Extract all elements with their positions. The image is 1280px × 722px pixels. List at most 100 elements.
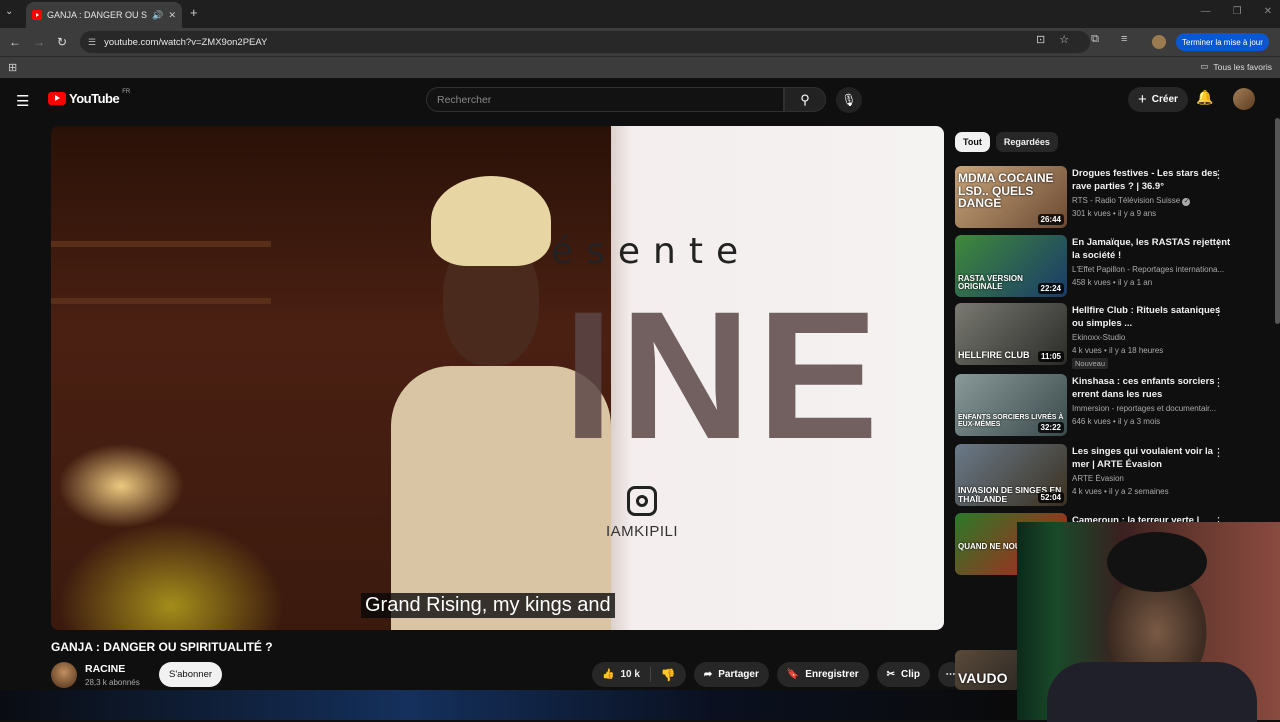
close-window-icon[interactable]: ✕ [1264, 6, 1272, 17]
recommendation-title[interactable]: Les singes qui voulaient voir la mer | A… [1072, 445, 1232, 471]
like-count: 10 k [620, 669, 640, 680]
search-icon: ⚲ [800, 91, 810, 107]
save-button[interactable]: 🔖 Enregistrer [776, 662, 869, 687]
channel-name: RTS - Radio Télévision Suisse [1072, 196, 1181, 205]
folder-icon: ▭ [1200, 61, 1209, 71]
subscribe-button[interactable]: S'abonner [159, 662, 223, 687]
video-thumbnail[interactable]: RASTA VERSION ORIGINALE 22:24 [955, 235, 1067, 297]
more-vert-icon[interactable]: ⋮ [1213, 168, 1224, 181]
share-button[interactable]: ➦ Partager [693, 662, 769, 687]
video-thumbnail[interactable]: HELLFIRE CLUB 11:05 [955, 303, 1067, 365]
video-caption: Grand Rising, my kings and [361, 593, 615, 618]
video-title: GANJA : DANGER OU SPIRITUALITÉ ? [51, 640, 273, 654]
install-app-icon[interactable]: ⊡ [1036, 33, 1045, 46]
channel-name[interactable]: RACINE [85, 663, 125, 675]
list-item[interactable]: MDMA COCAINE LSD.. QUELS DANGE 26:44 Dro… [955, 166, 1265, 230]
list-item[interactable]: INVASION DE SINGES EN THAÏLANDE 52:04 Le… [955, 444, 1265, 508]
logo-wordmark: YouTube [69, 91, 120, 106]
recommendation-meta: 458 k vues • il y a 1 an [1072, 278, 1153, 287]
filter-chips: Tout Regardées [955, 132, 1058, 152]
all-bookmarks[interactable]: ▭ Tous les favoris [1200, 61, 1272, 72]
list-item[interactable]: HELLFIRE CLUB 11:05 Hellfire Club : Ritu… [955, 303, 1265, 369]
more-vert-icon[interactable]: ⋮ [1213, 305, 1224, 318]
apps-grid-icon[interactable]: ⊞ [8, 61, 17, 74]
instagram-icon [627, 486, 657, 516]
forward-arrow-icon[interactable]: → [33, 35, 45, 49]
recommendation-channel[interactable]: Ekinoxx-Studio [1072, 333, 1232, 342]
bookmarks-bar: ⊞ ▭ Tous les favoris [0, 56, 1280, 78]
user-avatar[interactable] [1233, 88, 1255, 110]
webcam-overlay [1017, 522, 1280, 722]
bookmark-star-icon[interactable]: ☆ [1059, 33, 1069, 46]
reload-icon[interactable]: ↻ [57, 35, 67, 49]
like-button[interactable]: 👍 10 k [592, 667, 651, 682]
youtube-logo[interactable]: YouTube FR [48, 88, 131, 106]
back-arrow-icon[interactable]: ← [9, 35, 21, 49]
search-input[interactable]: Rechercher [426, 87, 784, 112]
channel-name: L'Effet Papillon - Reportages internatio… [1072, 265, 1225, 274]
address-bar[interactable]: ☰ youtube.com/watch?v=ZMX9on2PEAY [80, 31, 1090, 53]
recommendation-channel[interactable]: Immersion - reportages et documentair... [1072, 404, 1232, 413]
close-tab-icon[interactable]: ✕ [168, 10, 176, 21]
voice-search-button[interactable]: 🎙 [836, 87, 862, 113]
menu-icon[interactable]: ☰ [16, 92, 29, 110]
more-dots-icon: ⋯ [945, 669, 956, 680]
tab-search-icon[interactable]: ⌄ [5, 6, 13, 17]
clip-button[interactable]: ✂ Clip [876, 662, 930, 687]
browser-toolbar: ← → ↻ ☰ youtube.com/watch?v=ZMX9on2PEAY … [0, 28, 1280, 56]
search-button[interactable]: ⚲ [784, 87, 826, 112]
verified-icon: ✓ [1182, 198, 1191, 206]
recommendation-title[interactable]: Drogues festives - Les stars des rave pa… [1072, 167, 1232, 193]
list-item[interactable]: RASTA VERSION ORIGINALE 22:24 En Jamaïqu… [955, 235, 1265, 299]
video-player[interactable]: ésente INE IAMKIPILI Grand Rising, my ki… [51, 126, 944, 630]
recommendation-channel[interactable]: RTS - Radio Télévision Suisse ✓ [1072, 196, 1232, 206]
page-scrollbar[interactable] [1275, 118, 1280, 324]
video-thumbnail[interactable]: MDMA COCAINE LSD.. QUELS DANGE 26:44 [955, 166, 1067, 228]
channel-subscribers: 28,3 k abonnés [85, 678, 140, 687]
logo-country: FR [122, 88, 131, 95]
new-tab-button[interactable]: + [190, 5, 198, 20]
site-info-icon[interactable]: ☰ [88, 37, 96, 48]
more-vert-icon[interactable]: ⋮ [1213, 446, 1224, 459]
thumbs-up-icon: 👍 [602, 669, 615, 680]
recommendation-title[interactable]: En Jamaïque, les RASTAS rejettent la soc… [1072, 236, 1232, 262]
recommendation-channel[interactable]: ARTE Évasion [1072, 474, 1232, 483]
channel-name: Immersion - reportages et documentair... [1072, 404, 1217, 413]
chip-watched[interactable]: Regardées [995, 132, 1058, 152]
background-strip [0, 690, 1020, 720]
minimize-icon[interactable]: — [1201, 6, 1211, 17]
dislike-button[interactable]: 👎 [651, 668, 686, 682]
recommendation-title[interactable]: Kinshasa : ces enfants sorciers errent d… [1072, 375, 1232, 401]
video-thumbnail[interactable]: ENFANTS SORCIERS LIVRÉS À EUX-MÊMES 32:2… [955, 374, 1067, 436]
duration-badge: 52:04 [1037, 492, 1064, 503]
instagram-handle: IAMKIPILI [606, 523, 679, 540]
channel-name: ARTE Évasion [1072, 474, 1124, 483]
scissors-icon: ✂ [886, 669, 896, 680]
all-bookmarks-label: Tous les favoris [1213, 61, 1272, 72]
reading-list-icon[interactable]: ≡ [1121, 33, 1127, 46]
list-item[interactable]: ENFANTS SORCIERS LIVRÉS À EUX-MÊMES 32:2… [955, 374, 1265, 438]
extensions-icon[interactable]: ⧉ [1091, 33, 1099, 46]
notifications-bell-icon[interactable]: 🔔 [1196, 89, 1213, 106]
microphone-icon: 🎙 [841, 93, 857, 107]
webcam-person-shirt [1047, 662, 1257, 722]
recommendation-meta: 4 k vues • il y a 2 semaines [1072, 487, 1169, 496]
share-icon: ➦ [703, 669, 713, 680]
update-button[interactable]: Terminer la mise à jour [1176, 33, 1269, 51]
create-button[interactable]: + Créer [1128, 87, 1188, 112]
more-vert-icon[interactable]: ⋮ [1213, 237, 1224, 250]
thumbs-down-icon: 👎 [660, 667, 676, 682]
maximize-icon[interactable]: ❐ [1233, 6, 1242, 17]
youtube-header: ☰ YouTube FR Rechercher ⚲ 🎙 + Créer 🔔 [0, 80, 1280, 118]
speaker-icon[interactable]: 🔊 [152, 10, 163, 21]
channel-avatar[interactable] [51, 662, 77, 688]
video-thumbnail[interactable]: INVASION DE SINGES EN THAÏLANDE 52:04 [955, 444, 1067, 506]
profile-avatar[interactable] [1152, 35, 1166, 49]
more-vert-icon[interactable]: ⋮ [1213, 376, 1224, 389]
save-label: Enregistrer [805, 669, 859, 680]
chip-all[interactable]: Tout [955, 132, 990, 152]
recommendation-channel[interactable]: L'Effet Papillon - Reportages internatio… [1072, 265, 1232, 274]
browser-tab[interactable]: GANJA : DANGER OU SPIRI 🔊 ✕ [26, 2, 182, 28]
thumbnail-text: MDMA COCAINE LSD.. QUELS DANGE [958, 171, 1054, 211]
recommendation-title[interactable]: Hellfire Club : Rituels sataniques ou si… [1072, 304, 1232, 330]
